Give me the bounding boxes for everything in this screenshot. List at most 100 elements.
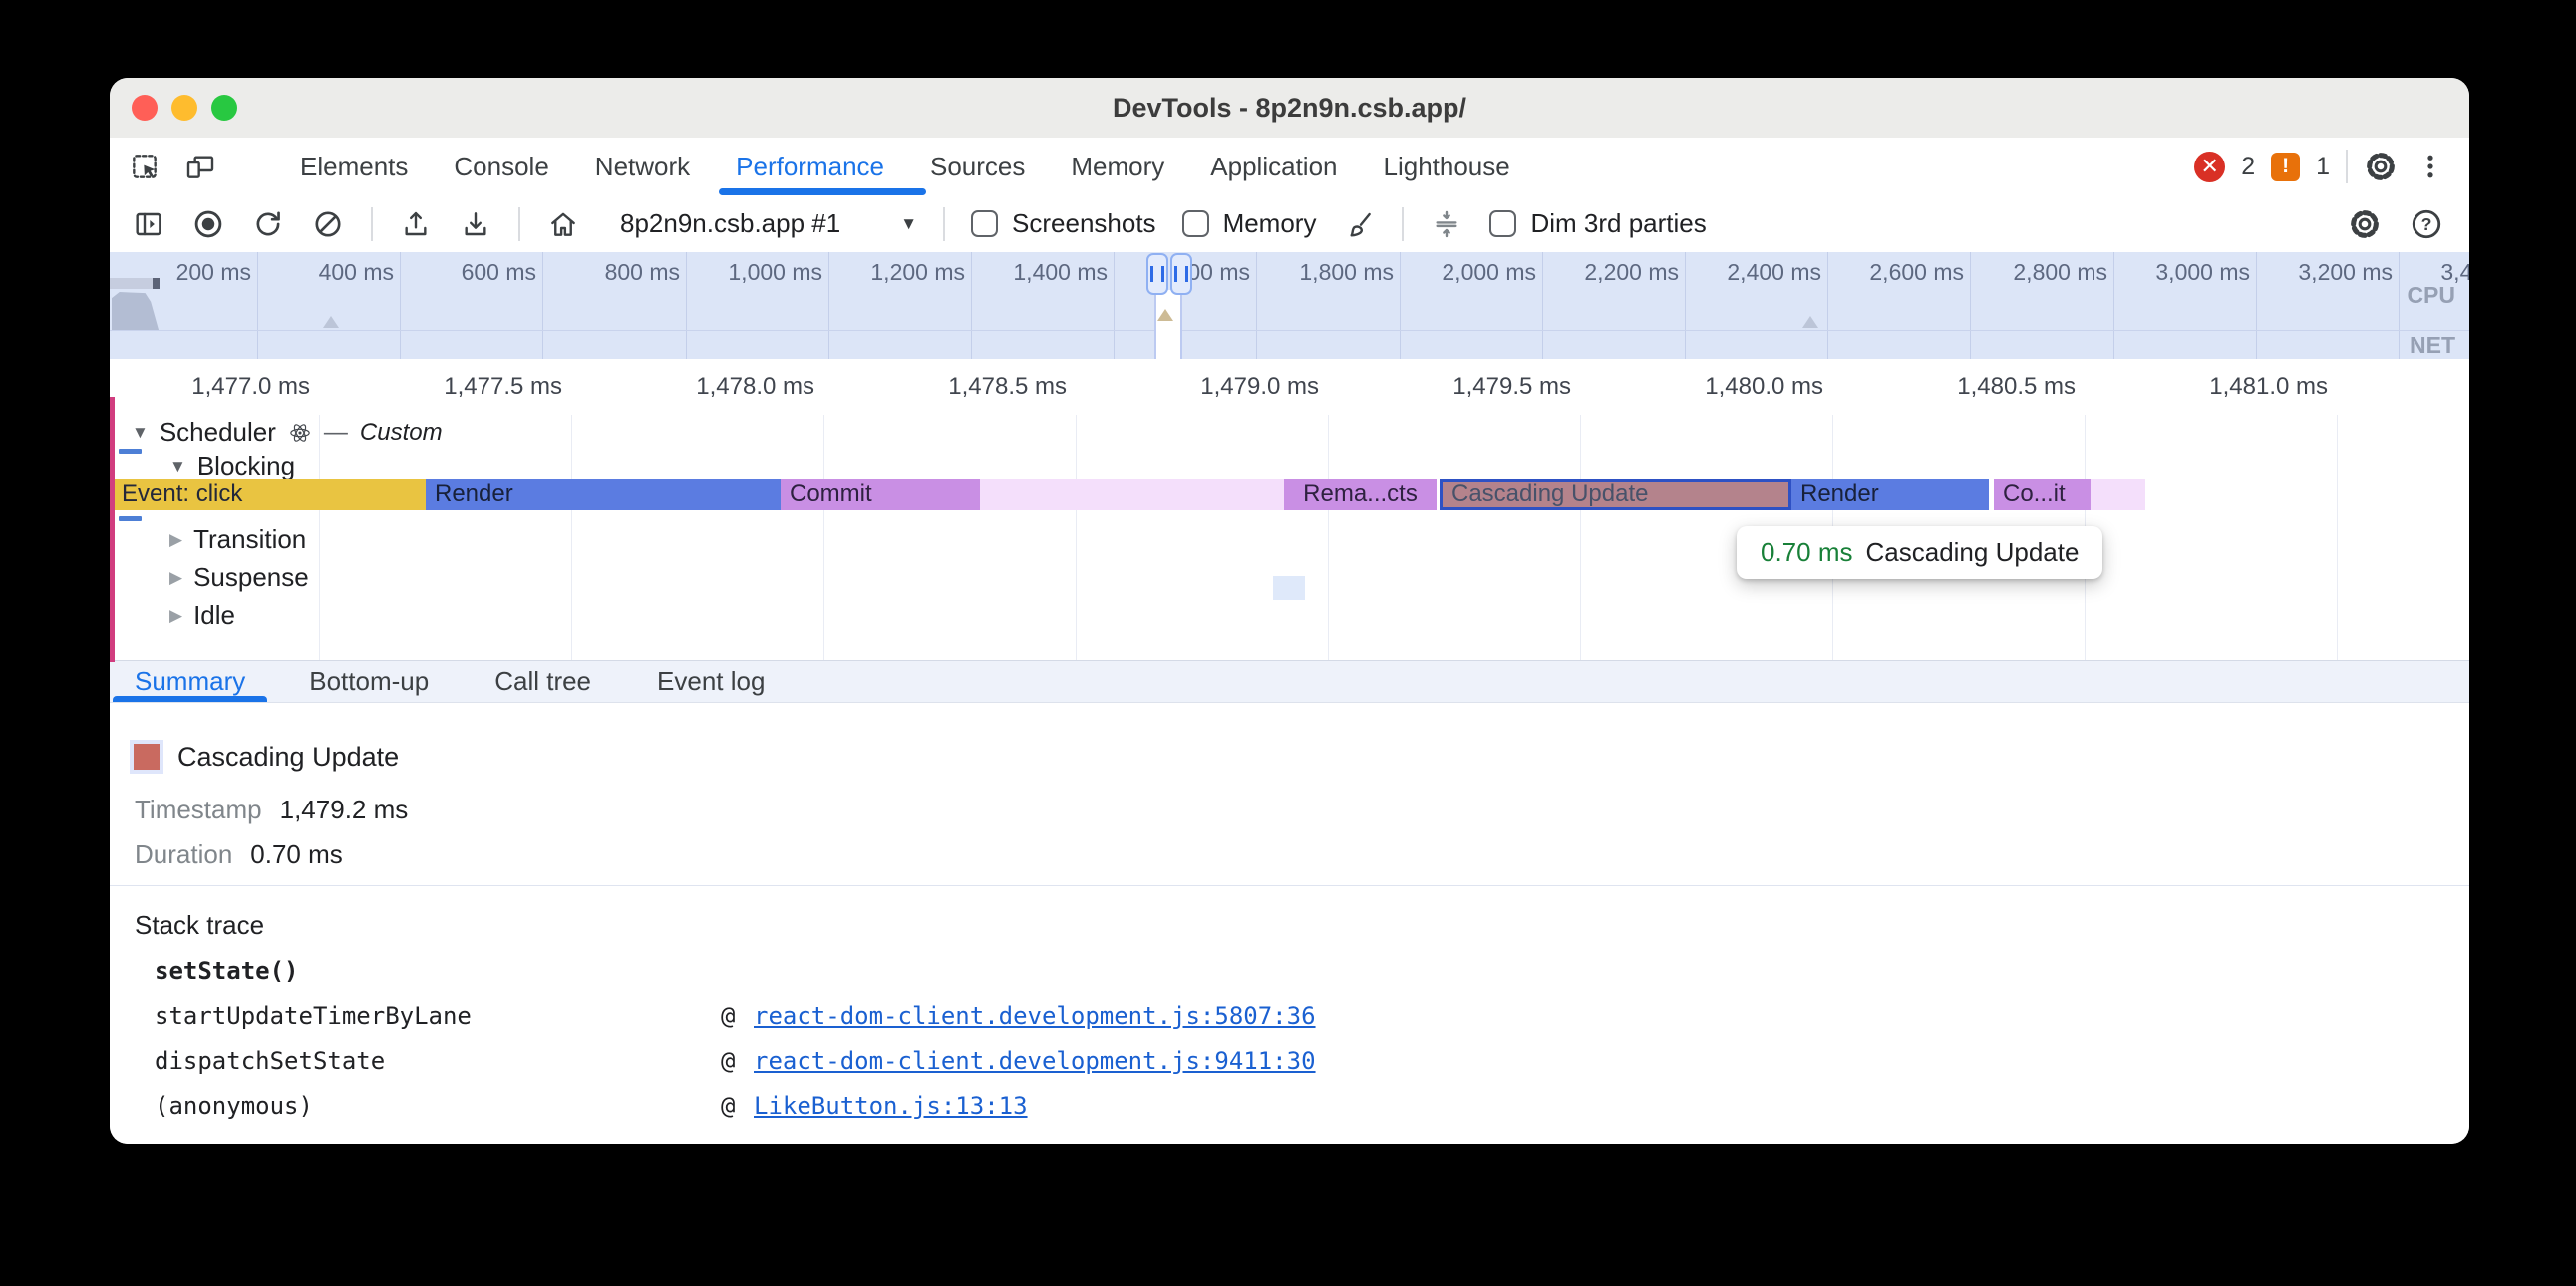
tab-summary[interactable]: Summary bbox=[113, 661, 267, 702]
flame-bar-remaining-effects[interactable]: Rema...cts bbox=[1284, 479, 1437, 510]
triangle-down-icon[interactable]: ▼ bbox=[169, 457, 186, 477]
stack-frame: setState() bbox=[155, 957, 754, 985]
toggle-sidebar-icon[interactable] bbox=[132, 207, 165, 241]
timeline-overview[interactable]: 200 ms 400 ms 600 ms 800 ms 1,000 ms 1,2… bbox=[110, 252, 2469, 361]
flame-bar-commit[interactable]: Commit bbox=[781, 479, 980, 510]
triangle-down-icon[interactable]: ▼ bbox=[132, 423, 149, 443]
lane-transition[interactable]: ▶ Transition bbox=[169, 524, 306, 555]
selection-left-handle[interactable] bbox=[1146, 253, 1168, 295]
grip-icon bbox=[1150, 266, 1164, 282]
suspense-lane-label: Suspense bbox=[193, 562, 309, 593]
record-icon[interactable] bbox=[191, 207, 225, 241]
frame-source-link[interactable]: react-dom-client.development.js:5807:36 bbox=[754, 1002, 1316, 1030]
tab-performance[interactable]: Performance bbox=[713, 138, 907, 195]
flame-bar-faded[interactable] bbox=[2091, 479, 2145, 510]
flame-bars-row: Event: click Render Commit Rema...cts Ca… bbox=[110, 479, 2469, 510]
tab-event-log[interactable]: Event log bbox=[635, 661, 787, 702]
lane-indicator-dash bbox=[119, 449, 142, 454]
flame-bar-faded[interactable] bbox=[980, 479, 1284, 510]
duration-label: Duration bbox=[135, 839, 232, 870]
inspect-element-icon[interactable] bbox=[128, 150, 161, 183]
upload-profile-icon[interactable] bbox=[399, 207, 433, 241]
device-toolbar-icon[interactable] bbox=[183, 150, 217, 183]
overview-selection-window[interactable] bbox=[1154, 290, 1182, 359]
overview-tick: 2,800 ms bbox=[2013, 259, 2107, 286]
memory-checkbox-row: Memory bbox=[1182, 208, 1317, 239]
tab-memory[interactable]: Memory bbox=[1048, 138, 1187, 195]
ruler-tick: 1,480.0 ms bbox=[1705, 373, 1823, 401]
overview-network-activity bbox=[110, 278, 160, 289]
flamechart-track-area[interactable]: ▼ Scheduler — Custom ▼ Blocking bbox=[110, 415, 2469, 660]
flame-bar-render[interactable]: Render bbox=[426, 479, 781, 510]
lane-suspense[interactable]: ▶ Suspense bbox=[169, 562, 309, 593]
error-count[interactable]: 2 bbox=[2241, 153, 2255, 181]
stack-frame: dispatchSetState @ react-dom-client.deve… bbox=[155, 1047, 1316, 1075]
download-profile-icon[interactable] bbox=[459, 207, 492, 241]
help-icon[interactable]: ? bbox=[2410, 207, 2443, 241]
tab-application[interactable]: Application bbox=[1187, 138, 1360, 195]
selection-right-handle[interactable] bbox=[1170, 253, 1192, 295]
react-atom-icon bbox=[288, 421, 312, 445]
frame-function: startUpdateTimerByLane bbox=[155, 1002, 721, 1030]
tab-sources[interactable]: Sources bbox=[907, 138, 1048, 195]
window-title: DevTools - 8p2n9n.csb.app/ bbox=[110, 78, 2469, 138]
triangle-right-icon[interactable]: ▶ bbox=[169, 568, 182, 588]
selected-event-legend: Cascading Update bbox=[130, 740, 399, 774]
flame-bar-cascading-update-selected[interactable]: Cascading Update bbox=[1440, 479, 1791, 510]
ruler-tick: 1,480.5 ms bbox=[1957, 373, 2076, 401]
grip-icon bbox=[1174, 266, 1188, 282]
flame-bar-event-click[interactable]: Event: click bbox=[113, 479, 426, 510]
overview-tick: 2,400 ms bbox=[1727, 259, 1821, 286]
lane-idle[interactable]: ▶ Idle bbox=[169, 600, 235, 631]
active-tab-underline bbox=[719, 188, 926, 195]
profile-select-value: 8p2n9n.csb.app #1 bbox=[620, 208, 840, 239]
overview-tick: 2,000 ms bbox=[1442, 259, 1536, 286]
overview-tick: 3,200 ms bbox=[2298, 259, 2393, 286]
frame-function: (anonymous) bbox=[155, 1092, 721, 1120]
collapse-tracks-icon bbox=[1430, 207, 1463, 241]
screenshots-label: Screenshots bbox=[1012, 208, 1156, 239]
tooltip-name: Cascading Update bbox=[1866, 537, 2080, 568]
triangle-right-icon[interactable]: ▶ bbox=[169, 530, 182, 550]
tab-call-tree[interactable]: Call tree bbox=[473, 661, 613, 702]
tab-bottom-up[interactable]: Bottom-up bbox=[287, 661, 451, 702]
dim-3rd-parties-checkbox[interactable] bbox=[1489, 210, 1516, 237]
timestamp-label: Timestamp bbox=[135, 795, 262, 825]
panel-tabs: Elements Console Network Performance Sou… bbox=[277, 138, 1533, 195]
divider bbox=[943, 207, 945, 241]
tab-elements[interactable]: Elements bbox=[277, 138, 431, 195]
cpu-lane-label: CPU bbox=[2407, 282, 2455, 309]
reload-record-icon[interactable] bbox=[251, 207, 285, 241]
ruler-tick: 1,478.5 ms bbox=[948, 373, 1067, 401]
clear-icon[interactable] bbox=[311, 207, 345, 241]
flame-bar-render[interactable]: Render bbox=[1791, 479, 1989, 510]
screenshots-checkbox-row: Screenshots bbox=[971, 208, 1156, 239]
memory-checkbox[interactable] bbox=[1182, 210, 1209, 237]
error-badge-icon[interactable]: ✕ bbox=[2194, 152, 2225, 182]
divider bbox=[371, 207, 373, 241]
track-scheduler[interactable]: ▼ Scheduler — Custom bbox=[132, 417, 443, 448]
capture-settings-gear-icon[interactable] bbox=[2348, 207, 2382, 241]
profile-select[interactable]: 8p2n9n.csb.app #1 ▼ bbox=[620, 208, 917, 239]
garbage-collect-brush-icon[interactable] bbox=[1342, 207, 1376, 241]
flame-bar-commit-truncated[interactable]: Co...it bbox=[1994, 479, 2091, 510]
timestamp-value: 1,479.2 ms bbox=[280, 795, 409, 825]
overview-tick: 2,600 ms bbox=[1869, 259, 1964, 286]
summary-panel: Cascading Update Timestamp 1,479.2 ms Du… bbox=[110, 703, 2469, 1144]
warning-count[interactable]: 1 bbox=[2316, 153, 2330, 181]
warning-badge-icon[interactable]: ! bbox=[2271, 153, 2300, 181]
detail-time-ruler[interactable]: 1,477.0 ms 1,477.5 ms 1,478.0 ms 1,478.5… bbox=[110, 359, 2469, 416]
settings-gear-icon[interactable] bbox=[2364, 150, 2398, 183]
frame-source-link[interactable]: LikeButton.js:13:13 bbox=[754, 1092, 1028, 1120]
lane-blocking[interactable]: ▼ Blocking bbox=[169, 451, 295, 482]
overview-cpu-activity bbox=[112, 292, 167, 330]
more-options-icon[interactable] bbox=[2414, 150, 2447, 183]
frame-source-link[interactable]: react-dom-client.development.js:9411:30 bbox=[754, 1047, 1316, 1075]
tab-console[interactable]: Console bbox=[431, 138, 571, 195]
screenshots-checkbox[interactable] bbox=[971, 210, 998, 237]
tab-lighthouse[interactable]: Lighthouse bbox=[1361, 138, 1533, 195]
tab-network[interactable]: Network bbox=[572, 138, 713, 195]
triangle-right-icon[interactable]: ▶ bbox=[169, 606, 182, 626]
home-icon[interactable] bbox=[546, 207, 580, 241]
chevron-down-icon: ▼ bbox=[900, 214, 917, 234]
